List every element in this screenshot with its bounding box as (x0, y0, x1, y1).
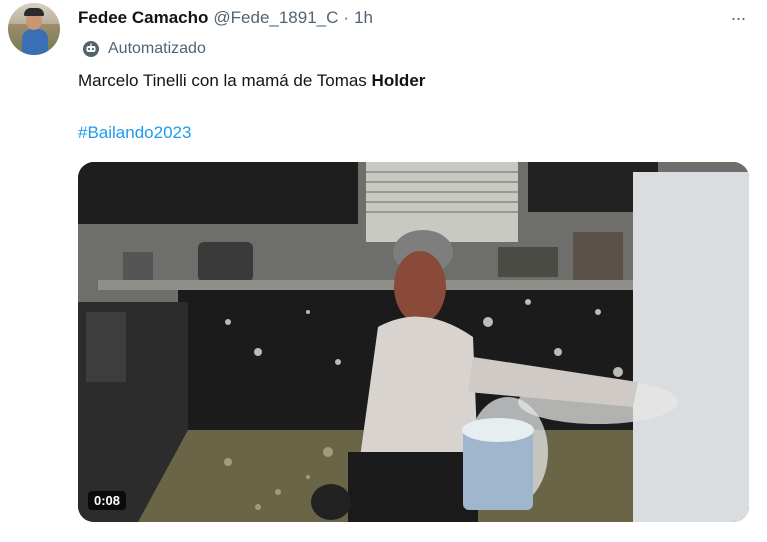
more-horizontal-icon: ··· (730, 7, 747, 28)
timestamp[interactable]: 1h (354, 8, 373, 28)
video-frame (78, 162, 749, 522)
tweet-text-bold: Holder (371, 71, 426, 90)
automated-label-text: Automatizado (108, 40, 206, 57)
display-name[interactable]: Fedee Camacho (78, 8, 208, 28)
video-duration: 0:08 (88, 491, 127, 510)
user-handle[interactable]: @Fede_1891_C (213, 8, 338, 28)
more-options-button[interactable]: ··· (726, 8, 750, 28)
tweet: Fedee Camacho @Fede_1891_C · 1h ··· Auto… (0, 0, 767, 542)
bot-icon (83, 41, 99, 57)
avatar-cap (24, 8, 44, 16)
separator: · (343, 8, 350, 27)
video-player[interactable]: 0:08 (78, 162, 749, 522)
automated-label[interactable]: Automatizado (82, 38, 206, 60)
avatar[interactable] (8, 3, 60, 55)
avatar-body (22, 29, 48, 55)
hashtag-link[interactable]: #Bailando2023 (78, 123, 191, 143)
tweet-header: Fedee Camacho @Fede_1891_C · 1h (78, 6, 373, 30)
tweet-text-body: Marcelo Tinelli con la mamá de Tomas (78, 71, 372, 90)
tweet-text: Marcelo Tinelli con la mamá de Tomas Hol… (78, 71, 425, 91)
